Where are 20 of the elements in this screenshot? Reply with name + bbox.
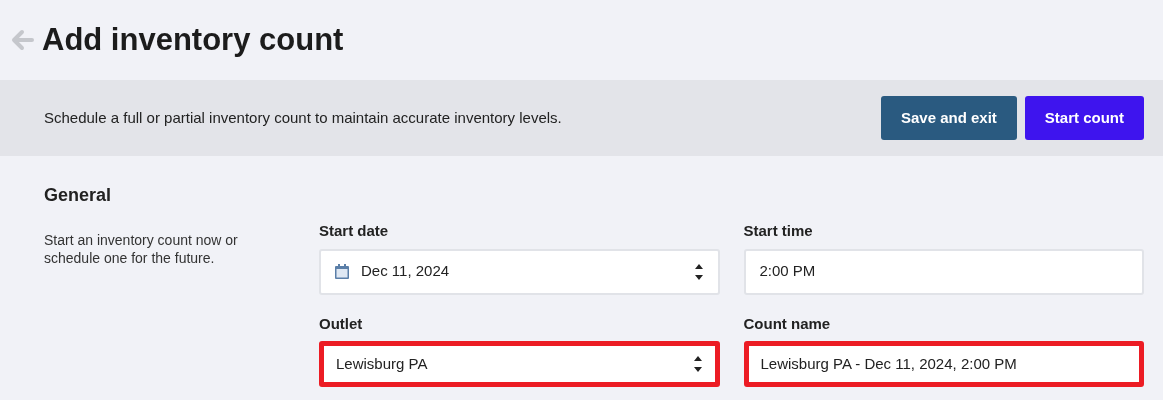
back-arrow-icon[interactable]	[10, 29, 34, 51]
select-field[interactable]: Lewisburg PA	[319, 341, 720, 387]
field-value: Dec 11, 2024	[361, 261, 451, 282]
field-label: Count name	[743, 313, 832, 334]
field-label: Start date	[319, 221, 390, 241]
input-field[interactable]: 2:00 PM	[743, 248, 1144, 295]
start-count-button[interactable]: Start count	[1024, 96, 1144, 140]
banner-text: Schedule a full or partial inventory count to maintain accurate inventory levels.	[44, 107, 563, 128]
field-label: Outlet	[319, 313, 364, 334]
section-description: Start an inventory count now or schedule one for the future.	[44, 231, 239, 267]
field-value: 2:00 PM	[759, 261, 817, 282]
section-title: General	[44, 184, 113, 207]
field-value: Lewisburg PA - Dec 11, 2024, 2:00 PM	[760, 353, 1018, 374]
field-label: Start time	[743, 221, 814, 241]
page-title: Add inventory count	[42, 20, 344, 59]
input-field[interactable]: Lewisburg PA - Dec 11, 2024, 2:00 PM	[743, 341, 1144, 387]
calendar-icon	[335, 264, 349, 279]
date-field[interactable]: Dec 11, 2024	[319, 248, 720, 295]
save-exit-button[interactable]: Save and exit	[880, 96, 1017, 140]
field-value: Lewisburg PA	[336, 353, 429, 374]
